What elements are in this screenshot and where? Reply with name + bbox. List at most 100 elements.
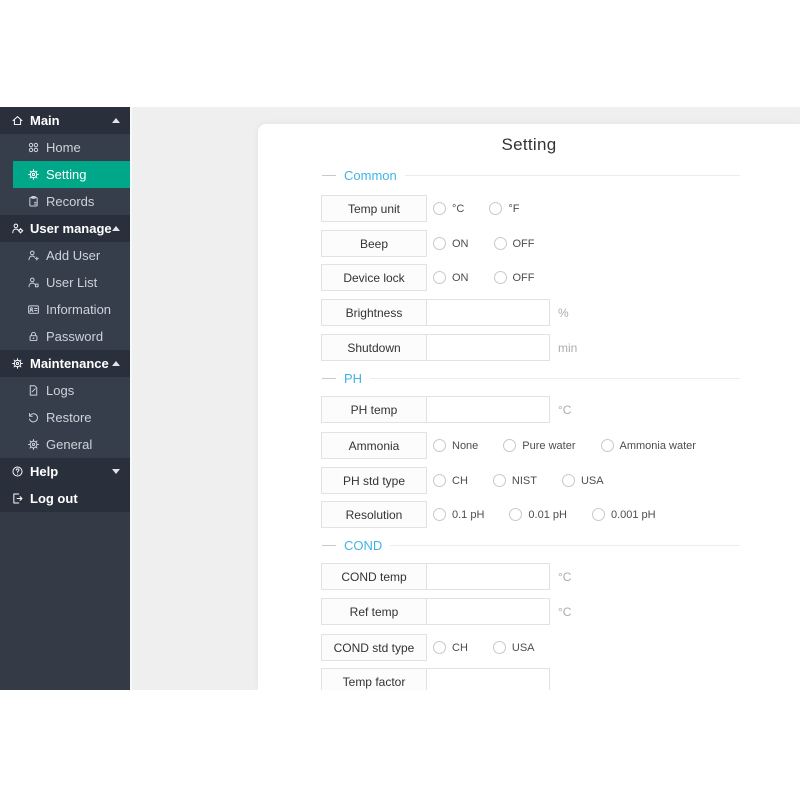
unit-suffix: °C (558, 570, 571, 584)
radio-option-on[interactable]: ON (433, 237, 469, 250)
radio-option-usa[interactable]: USA (493, 641, 535, 654)
sidebar: Main Home Setting Records User manage Ad… (0, 107, 130, 690)
sidebar-item-label: Add User (46, 248, 100, 263)
sidebar-item-records[interactable]: Records (0, 188, 130, 215)
sidebar-item-label: Home (46, 140, 81, 155)
add-user-icon (27, 249, 40, 262)
radio-option-pure-water[interactable]: Pure water (503, 439, 575, 452)
row-temp-factor: Temp factor (321, 668, 800, 690)
sidebar-item-user-manage[interactable]: User manage (0, 215, 130, 242)
radio-button[interactable] (493, 641, 506, 654)
brightness-input[interactable] (426, 299, 550, 326)
section-line (370, 378, 740, 379)
sidebar-item-label: Main (30, 113, 60, 128)
sidebar-item-label: Records (46, 194, 94, 209)
radio-button[interactable] (433, 237, 446, 250)
unit-suffix: min (558, 341, 577, 355)
radio-button[interactable] (433, 202, 446, 215)
row-shutdown: Shutdown min (321, 334, 800, 361)
radio-button[interactable] (489, 202, 502, 215)
records-icon (27, 195, 40, 208)
sidebar-item-help[interactable]: Help (0, 458, 130, 485)
radio-option-nist[interactable]: NIST (493, 474, 537, 487)
temp-factor-input[interactable] (426, 668, 550, 690)
shutdown-input[interactable] (426, 334, 550, 361)
sidebar-item-log-out[interactable]: Log out (0, 485, 130, 512)
radio-group: CH USA (433, 641, 560, 654)
radio-option-celsius[interactable]: °C (433, 202, 464, 215)
sidebar-item-maintenance[interactable]: Maintenance (0, 350, 130, 377)
radio-button[interactable] (503, 439, 516, 452)
sidebar-item-label: User List (46, 275, 97, 290)
unit-suffix: °C (558, 403, 571, 417)
sidebar-item-label: Logs (46, 383, 74, 398)
cond-temp-input[interactable] (426, 563, 550, 590)
sidebar-item-home[interactable]: Home (0, 134, 130, 161)
radio-button[interactable] (562, 474, 575, 487)
sidebar-item-logs[interactable]: Logs (0, 377, 130, 404)
sidebar-item-password[interactable]: Password (0, 323, 130, 350)
sidebar-item-general[interactable]: General (0, 431, 130, 458)
row-ph-std-type: PH std type CH NIST USA (321, 467, 800, 494)
field-label: Ref temp (321, 598, 427, 625)
radio-option-0-001-ph[interactable]: 0.001 pH (592, 508, 656, 521)
sidebar-item-label: Information (46, 302, 111, 317)
radio-option-ammonia-water[interactable]: Ammonia water (601, 439, 696, 452)
logout-icon (11, 492, 24, 505)
id-card-icon (27, 303, 40, 316)
radio-option-usa[interactable]: USA (562, 474, 604, 487)
sidebar-item-information[interactable]: Information (0, 296, 130, 323)
radio-option-0-1-ph[interactable]: 0.1 pH (433, 508, 484, 521)
section-dash (322, 175, 336, 176)
chevron-up-icon (112, 226, 120, 231)
row-ammonia: Ammonia None Pure water Ammonia water (321, 432, 800, 459)
radio-button[interactable] (494, 271, 507, 284)
radio-option-ch[interactable]: CH (433, 474, 468, 487)
radio-button[interactable] (433, 641, 446, 654)
chevron-down-icon (112, 469, 120, 474)
sidebar-item-setting[interactable]: Setting (0, 161, 130, 188)
radio-button[interactable] (494, 237, 507, 250)
radio-option-fahrenheit[interactable]: °F (489, 202, 519, 215)
section-header-ph: PH (322, 370, 740, 386)
radio-button[interactable] (592, 508, 605, 521)
radio-option-none[interactable]: None (433, 439, 478, 452)
row-cond-std-type: COND std type CH USA (321, 634, 800, 661)
sidebar-item-label: Password (46, 329, 103, 344)
sidebar-item-label: General (46, 437, 92, 452)
sidebar-item-label: Log out (30, 491, 78, 506)
radio-button[interactable] (433, 474, 446, 487)
radio-group: °C °F (433, 202, 544, 215)
sidebar-item-add-user[interactable]: Add User (0, 242, 130, 269)
radio-button[interactable] (493, 474, 506, 487)
sidebar-item-user-list[interactable]: User List (0, 269, 130, 296)
sidebar-item-restore[interactable]: Restore (0, 404, 130, 431)
radio-button[interactable] (601, 439, 614, 452)
radio-button[interactable] (433, 508, 446, 521)
radio-option-on[interactable]: ON (433, 271, 469, 284)
section-title: Common (344, 168, 397, 183)
radio-button[interactable] (509, 508, 522, 521)
ref-temp-input[interactable] (426, 598, 550, 625)
radio-button[interactable] (433, 271, 446, 284)
radio-group: ON OFF (433, 271, 560, 284)
dashboard-icon (27, 141, 40, 154)
radio-button[interactable] (433, 439, 446, 452)
sidebar-item-label: Restore (46, 410, 92, 425)
radio-option-off[interactable]: OFF (494, 271, 535, 284)
section-title: COND (344, 538, 382, 553)
section-line (390, 545, 740, 546)
radio-group: None Pure water Ammonia water (433, 439, 721, 452)
row-resolution: Resolution 0.1 pH 0.01 pH 0.001 pH (321, 501, 800, 528)
field-label: Temp factor (321, 668, 427, 690)
user-manage-icon (11, 222, 24, 235)
radio-option-0-01-ph[interactable]: 0.01 pH (509, 508, 567, 521)
section-header-cond: COND (322, 537, 740, 553)
field-label: Device lock (321, 264, 427, 291)
radio-option-off[interactable]: OFF (494, 237, 535, 250)
ph-temp-input[interactable] (426, 396, 550, 423)
radio-option-ch[interactable]: CH (433, 641, 468, 654)
sidebar-item-main[interactable]: Main (0, 107, 130, 134)
row-beep: Beep ON OFF (321, 230, 800, 257)
sidebar-item-label: User manage (30, 221, 112, 236)
